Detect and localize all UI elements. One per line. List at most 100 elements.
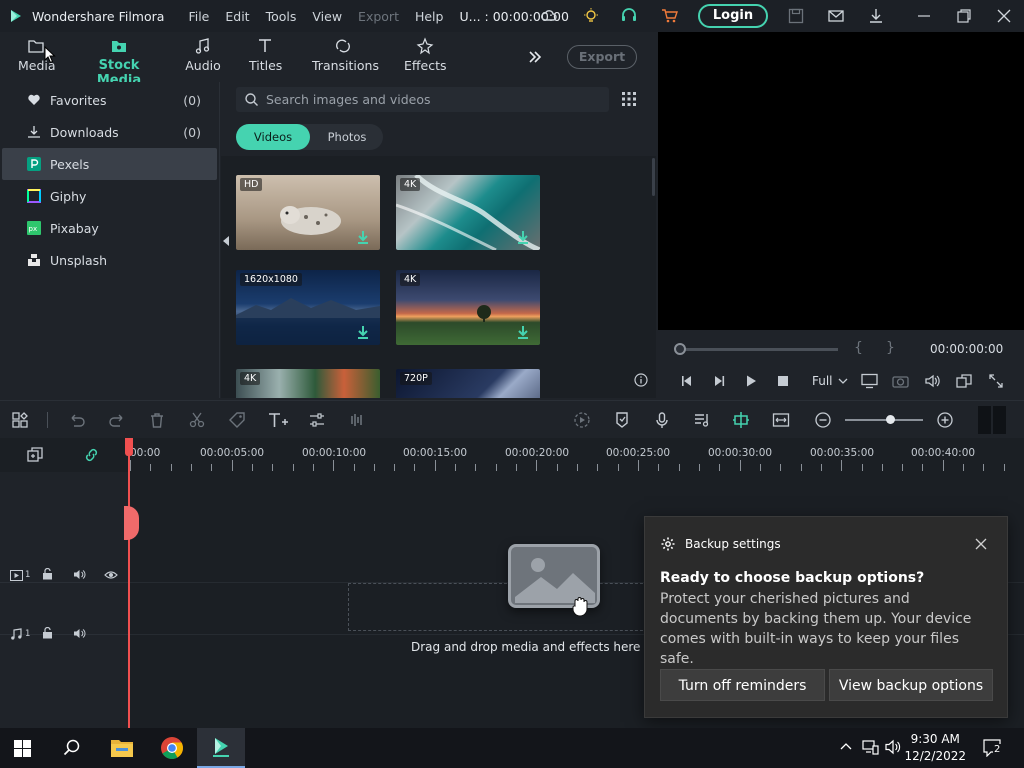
step-forward-icon[interactable] — [712, 374, 726, 388]
preview-scrubber-track[interactable] — [680, 348, 838, 351]
minimize-icon[interactable] — [915, 7, 933, 25]
step-back-icon[interactable] — [680, 374, 694, 388]
collapse-arrow-icon[interactable] — [223, 236, 229, 246]
audio-waveform-icon[interactable] — [347, 411, 365, 429]
preview-scrubber-handle[interactable] — [674, 343, 686, 355]
login-button[interactable]: Login — [698, 4, 768, 28]
info-icon[interactable] — [634, 373, 648, 387]
tray-volume-icon[interactable] — [885, 739, 902, 755]
stop-icon[interactable] — [776, 374, 790, 388]
download-arrow-icon[interactable] — [356, 230, 370, 244]
menu-edit[interactable]: Edit — [225, 9, 249, 24]
thumbnail-aerial-forest[interactable]: 4K — [236, 369, 380, 398]
tab-transitions[interactable]: Transitions — [312, 36, 379, 73]
windows-start-icon[interactable] — [14, 740, 31, 757]
mark-out-icon[interactable]: } — [886, 340, 895, 356]
tray-chevron-up-icon[interactable] — [840, 742, 852, 750]
volume-icon[interactable] — [924, 373, 941, 389]
playhead[interactable] — [125, 438, 133, 728]
zoom-in-icon[interactable] — [936, 411, 954, 429]
tab-titles[interactable]: Titles — [249, 36, 282, 73]
marker-shield-icon[interactable] — [613, 411, 631, 429]
redo-icon[interactable] — [108, 411, 126, 429]
zoom-slider-track[interactable] — [845, 419, 923, 421]
sidebar-item-pexels[interactable]: Pexels — [2, 148, 217, 180]
chrome-icon[interactable] — [160, 736, 184, 760]
cloud-icon[interactable] — [540, 7, 558, 25]
menu-export[interactable]: Export — [358, 9, 399, 24]
menu-tools[interactable]: Tools — [266, 9, 297, 24]
add-track-icon[interactable] — [27, 447, 43, 463]
playhead-scissors-handle[interactable] — [124, 506, 139, 540]
adjust-sliders-icon[interactable] — [308, 411, 326, 429]
render-preview-icon[interactable] — [573, 411, 591, 429]
export-button[interactable]: Export — [567, 45, 637, 69]
photos-toggle[interactable]: Photos — [314, 124, 380, 150]
fit-timeline-icon[interactable] — [772, 411, 790, 429]
sidebar-item-pixabay[interactable]: px Pixabay — [2, 212, 217, 244]
thumbnail-seal[interactable]: HD — [236, 175, 380, 250]
quality-select[interactable]: Full — [812, 374, 833, 388]
fullscreen-icon[interactable] — [989, 374, 1003, 388]
sidebar-item-unsplash[interactable]: Unsplash — [2, 244, 217, 276]
speaker-icon[interactable] — [73, 628, 86, 639]
grid-view-icon[interactable] — [622, 92, 636, 106]
grid-scrollbar[interactable] — [652, 158, 655, 196]
taskbar-clock[interactable]: 9:30 AM 12/2/2022 — [904, 731, 966, 765]
support-headset-icon[interactable] — [620, 7, 638, 25]
download-arrow-icon[interactable] — [516, 230, 530, 244]
thumbnail-starry-sky[interactable]: 720P — [396, 369, 540, 398]
drop-zone[interactable] — [348, 583, 648, 631]
sidebar-item-favorites[interactable]: Favorites (0) — [2, 84, 217, 116]
audio-mixer-icon[interactable] — [693, 411, 711, 429]
videos-toggle[interactable]: Videos — [236, 124, 310, 150]
file-explorer-icon[interactable] — [110, 738, 134, 758]
eye-visibility-icon[interactable] — [104, 570, 118, 580]
link-icon[interactable] — [83, 447, 100, 463]
delete-trash-icon[interactable] — [148, 411, 166, 429]
lightbulb-icon[interactable] — [582, 7, 600, 25]
layout-grid-icon[interactable] — [11, 411, 29, 429]
zoom-slider-handle[interactable] — [886, 415, 895, 424]
download-arrow-icon[interactable] — [356, 325, 370, 339]
timeline-ruler[interactable]: 00:00 00:00:05:00 00:00:10:00 00:00:15:0… — [130, 438, 1024, 472]
add-text-icon[interactable] — [267, 411, 289, 429]
tab-effects[interactable]: Effects — [404, 36, 447, 73]
monitor-icon[interactable] — [861, 373, 878, 389]
network-icon[interactable] — [862, 739, 879, 755]
camera-snapshot-icon[interactable] — [892, 373, 909, 389]
tab-audio[interactable]: Audio — [185, 36, 221, 73]
cart-icon[interactable] — [661, 7, 679, 25]
taskbar-search-icon[interactable] — [63, 739, 81, 757]
turn-off-reminders-button[interactable]: Turn off reminders — [660, 669, 825, 701]
play-icon[interactable] — [744, 374, 758, 388]
scissors-icon[interactable] — [188, 411, 206, 429]
crop-ratio-icon[interactable] — [956, 373, 973, 389]
sidebar-item-downloads[interactable]: Downloads (0) — [2, 116, 217, 148]
speaker-icon[interactable] — [73, 569, 86, 580]
save-icon[interactable] — [787, 7, 805, 25]
thumbnail-mountain-lake[interactable]: 1620x1080 — [236, 270, 380, 345]
restore-icon[interactable] — [955, 7, 973, 25]
zoom-out-icon[interactable] — [814, 411, 832, 429]
thumbnail-sunset-field[interactable]: 4K — [396, 270, 540, 345]
search-input[interactable] — [266, 90, 596, 109]
download-icon[interactable] — [867, 7, 885, 25]
download-arrow-icon[interactable] — [516, 325, 530, 339]
mail-icon[interactable] — [827, 7, 845, 25]
thumbnail-aerial-coast[interactable]: 4K — [396, 175, 540, 250]
mark-in-icon[interactable]: { — [854, 340, 863, 356]
chevron-double-right-icon[interactable] — [527, 49, 543, 65]
snap-magnet-icon[interactable] — [732, 411, 750, 429]
close-icon[interactable] — [995, 7, 1013, 25]
taskbar-filmora-active[interactable] — [197, 728, 245, 768]
close-icon[interactable] — [975, 538, 987, 550]
tag-icon[interactable] — [228, 411, 246, 429]
sidebar-item-giphy[interactable]: Giphy — [2, 180, 217, 212]
chevron-down-icon[interactable] — [838, 378, 848, 385]
microphone-icon[interactable] — [653, 411, 671, 429]
unlock-icon[interactable] — [42, 568, 53, 580]
tab-stock-media[interactable]: Stock Media — [81, 36, 157, 95]
menu-file[interactable]: File — [188, 9, 209, 24]
undo-icon[interactable] — [68, 411, 86, 429]
